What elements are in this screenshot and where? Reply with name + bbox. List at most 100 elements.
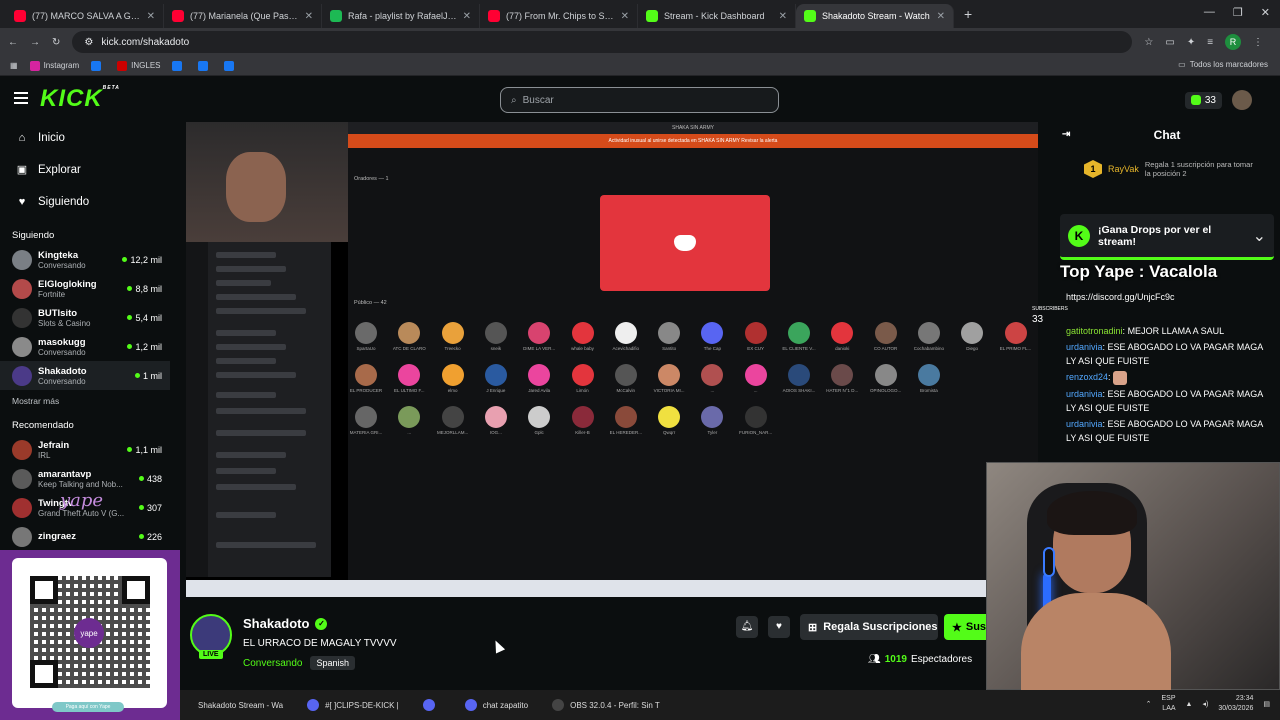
chat-username[interactable]: urdanivia bbox=[1066, 419, 1103, 429]
user-avatar[interactable] bbox=[1232, 90, 1252, 110]
sidebar-channel[interactable]: zingraez 226 bbox=[0, 522, 170, 551]
browser-tab[interactable]: (77) Marianela (Que Pasa) (Exte ✕ bbox=[164, 4, 322, 28]
discord-audience-member[interactable]: EL ULTIMO F... bbox=[389, 364, 429, 393]
notifications-icon[interactable]: ▤ bbox=[1263, 700, 1270, 708]
discord-audience-member[interactable]: ATC DE CLARO bbox=[389, 322, 429, 351]
discord-audience-member[interactable]: Tyler bbox=[692, 406, 732, 435]
cast-icon[interactable]: ▭ bbox=[1165, 37, 1174, 48]
discord-audience-member[interactable]: OPINOLOGO... bbox=[866, 364, 906, 393]
tray-chevron-icon[interactable]: ⌃ bbox=[1146, 700, 1152, 708]
discord-audience-member[interactable]: whale baby bbox=[563, 322, 603, 351]
discord-audience-member[interactable]: Santito bbox=[649, 322, 689, 351]
browser-tab[interactable]: Shakadoto Stream - Watch ✕ bbox=[796, 4, 954, 28]
back-icon[interactable]: ← bbox=[8, 37, 18, 48]
discord-audience-member[interactable]: VICTORIA MI... bbox=[649, 364, 689, 393]
discord-audience-member[interactable]: sneik bbox=[476, 322, 516, 351]
discord-audience-member[interactable]: FURION_NAR... bbox=[736, 406, 776, 435]
discord-audience-member[interactable]: Treecko bbox=[433, 322, 473, 351]
top-gifter-name[interactable]: RayVak bbox=[1108, 164, 1139, 174]
bookmark-item[interactable] bbox=[172, 60, 186, 71]
sidebar-channel[interactable]: Kingteka Conversando 12,2 mil bbox=[0, 245, 170, 274]
collapse-chat-icon[interactable]: ⇥ bbox=[1062, 129, 1070, 140]
nav-item[interactable]: ▣ Explorar bbox=[0, 154, 170, 186]
chrome-menu-icon[interactable]: ⋮ bbox=[1253, 37, 1263, 48]
discord-audience-member[interactable]: EL PRIMO FL... bbox=[996, 322, 1036, 351]
volume-icon[interactable]: ◂) bbox=[1202, 700, 1208, 708]
media-icon[interactable]: ≡ bbox=[1207, 37, 1213, 48]
sidebar-channel[interactable]: masokugg Conversando 1,2 mil bbox=[0, 332, 170, 361]
nav-item[interactable]: ⌂ Inicio bbox=[0, 122, 170, 154]
discord-audience-member[interactable]: SpartaUo bbox=[346, 322, 386, 351]
gift-subs-button[interactable]: ⊞ Regala Suscripciones bbox=[800, 614, 938, 640]
site-info-icon[interactable]: ⚙ bbox=[84, 37, 93, 48]
nav-item[interactable]: ♥ Siguiendo bbox=[0, 186, 170, 218]
browser-tab[interactable]: Rafa - playlist by RafaelJxared | ✕ bbox=[322, 4, 480, 28]
system-clock[interactable]: 23:34 30/03/2026 bbox=[1218, 694, 1253, 714]
reload-icon[interactable]: ↻ bbox=[52, 37, 60, 48]
close-window-icon[interactable]: ✕ bbox=[1261, 6, 1270, 19]
chevron-down-icon[interactable]: ⌄ bbox=[1253, 226, 1266, 246]
notification-bell-button[interactable]: 🔔︎ bbox=[736, 616, 758, 638]
browser-tab[interactable]: (77) From Mr. Chips to Scarface ✕ bbox=[480, 4, 638, 28]
sidebar-channel[interactable]: amarantavp Keep Talking and Nob... 438 bbox=[0, 464, 170, 493]
discord-audience-member[interactable]: elmo bbox=[433, 364, 473, 393]
discord-audience-member[interactable]: MATERIA GRI... bbox=[346, 406, 386, 435]
discord-audience-member[interactable]: ... bbox=[692, 364, 732, 393]
close-tab-icon[interactable]: ✕ bbox=[937, 11, 945, 22]
taskbar-app[interactable]: OBS 32.0.4 - Perfil: Sin T bbox=[546, 690, 666, 720]
discord-audience-member[interactable]: Qwqrr bbox=[649, 406, 689, 435]
taskbar-app[interactable] bbox=[417, 690, 447, 720]
discord-audience-member[interactable]: IOG... bbox=[476, 406, 516, 435]
discord-audience-member[interactable]: McCalvin bbox=[606, 364, 646, 393]
chat-username[interactable]: gatitotronadini bbox=[1066, 326, 1123, 336]
sidebar-channel[interactable]: ElGlogloking Fortnite 8,8 mil bbox=[0, 274, 170, 303]
url-field[interactable]: ⚙ kick.com/shakadoto bbox=[72, 31, 1133, 53]
discord-audience-member[interactable]: Diego bbox=[952, 322, 992, 351]
category-link[interactable]: Conversando bbox=[243, 658, 302, 669]
taskbar-app[interactable]: #[ ]CLIPS-DE-KICK | bbox=[301, 690, 405, 720]
discord-audience-member[interactable]: Acevichadifio bbox=[606, 322, 646, 351]
sidebar-channel[interactable]: Shakadoto Conversando 1 mil bbox=[0, 361, 170, 390]
close-tab-icon[interactable]: ✕ bbox=[779, 11, 787, 22]
discord-audience-member[interactable]: EX CUY bbox=[736, 322, 776, 351]
profile-avatar[interactable]: R bbox=[1225, 34, 1242, 50]
taskbar-app[interactable]: Shakadoto Stream - Wa bbox=[192, 690, 289, 720]
close-tab-icon[interactable]: ✕ bbox=[305, 11, 313, 22]
drops-banner[interactable]: K ¡Gana Drops por ver el stream! ⌄ bbox=[1060, 214, 1274, 260]
discord-audience-member[interactable]: EL PRODUCER bbox=[346, 364, 386, 393]
maximize-icon[interactable]: ❐ bbox=[1233, 6, 1243, 19]
discord-audience-member[interactable]: EL CLIENTE V... bbox=[779, 322, 819, 351]
browser-tab[interactable]: (77) MARCO SALVA A GRACE D ✕ bbox=[6, 4, 164, 28]
apps-icon[interactable]: ▦ bbox=[10, 61, 18, 70]
follow-heart-button[interactable]: ♥ bbox=[768, 616, 790, 638]
discord-audience-member[interactable]: AOIOS SHAKI... bbox=[779, 364, 819, 393]
hamburger-menu-icon[interactable] bbox=[14, 92, 28, 104]
new-tab-button[interactable]: + bbox=[954, 6, 982, 22]
bookmark-item[interactable] bbox=[91, 60, 105, 71]
bookmark-star-icon[interactable]: ☆ bbox=[1144, 37, 1153, 48]
sidebar-channel[interactable]: BUTIsito Slots & Casino 5,4 mil bbox=[0, 303, 170, 332]
browser-tab[interactable]: Stream - Kick Dashboard ✕ bbox=[638, 4, 796, 28]
discord-audience-member[interactable]: Limón bbox=[563, 364, 603, 393]
streamer-name[interactable]: Shakadoto ✓ bbox=[243, 616, 328, 631]
discord-audience-member[interactable]: Bromista bbox=[909, 364, 949, 393]
language-tag[interactable]: Spanish bbox=[310, 656, 356, 670]
discord-audience-member[interactable]: Jared Avila bbox=[519, 364, 559, 393]
kick-logo[interactable]: KICKBETA bbox=[40, 85, 120, 113]
close-tab-icon[interactable]: ✕ bbox=[621, 11, 629, 22]
subscribe-button[interactable]: ★ Sus bbox=[944, 614, 986, 640]
close-tab-icon[interactable]: ✕ bbox=[147, 11, 155, 22]
discord-audience-member[interactable]: EL HEREDER... bbox=[606, 406, 646, 435]
bookmark-item[interactable]: INGLES bbox=[117, 60, 160, 71]
discord-audience-member[interactable]: Killer-B bbox=[563, 406, 603, 435]
video-player[interactable]: SHAKA SIN ARMY Actividad inusual al unir… bbox=[186, 122, 1038, 597]
discord-audience-member[interactable]: HATER N°1 D... bbox=[822, 364, 862, 393]
search-input[interactable]: ⌕ Buscar bbox=[500, 87, 779, 113]
discord-audience-member[interactable]: J Enrique bbox=[476, 364, 516, 393]
discord-audience-member[interactable]: DIME LA VER... bbox=[519, 322, 559, 351]
close-tab-icon[interactable]: ✕ bbox=[463, 11, 471, 22]
wifi-icon[interactable]: ▲ bbox=[1186, 701, 1193, 708]
discord-audience-member[interactable]: ... bbox=[389, 406, 429, 435]
chat-username[interactable]: urdanivia bbox=[1066, 342, 1103, 352]
discord-audience-member[interactable]: MEJORLLAM... bbox=[433, 406, 473, 435]
